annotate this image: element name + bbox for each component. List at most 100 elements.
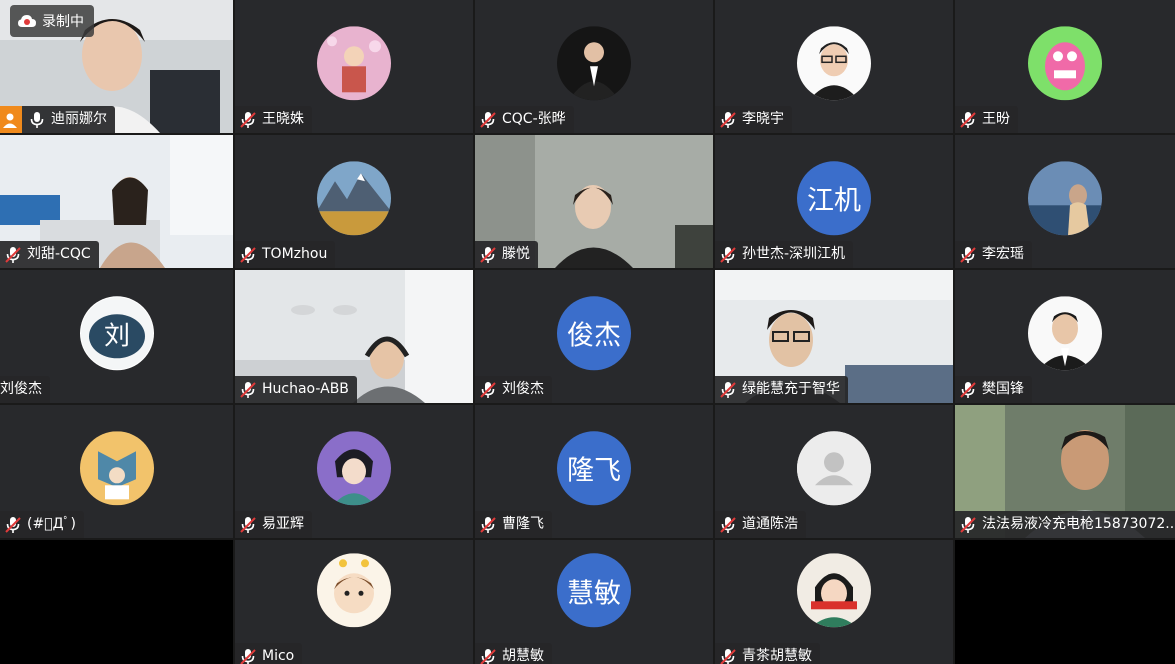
participant-name: TOMzhou xyxy=(262,246,328,262)
mic-muted-icon xyxy=(479,516,497,534)
participant-name: 绿能慧充于智华 xyxy=(742,381,840,397)
mic-muted-icon xyxy=(4,516,22,534)
participant-nametag: (#ﾟДﾟ) xyxy=(0,511,84,538)
participant-avatar xyxy=(317,25,391,100)
video-tile-11[interactable]: 刘 刘俊杰 xyxy=(0,270,233,403)
mic-muted-icon xyxy=(479,111,497,129)
participant-avatar xyxy=(317,553,391,628)
video-tile-17[interactable]: 易亚辉 xyxy=(235,405,473,538)
participant-avatar xyxy=(797,553,871,628)
participant-name: 刘俊杰 xyxy=(0,381,42,397)
participant-name: 李晓宇 xyxy=(742,111,784,127)
participant-nametag: 刘俊杰 xyxy=(475,376,552,403)
video-tile-3[interactable]: CQC-张晔 xyxy=(475,0,713,133)
participant-name: 胡慧敏 xyxy=(502,648,544,664)
empty-tile xyxy=(0,540,233,664)
participant-name: Mico xyxy=(262,648,295,664)
mic-muted-icon xyxy=(239,516,257,534)
mic-muted-icon xyxy=(479,648,497,664)
participant-avatar: 慧敏 xyxy=(557,553,631,628)
participant-nametag: 绿能慧充于智华 xyxy=(715,376,848,403)
video-tile-8[interactable]: 滕悦 xyxy=(475,135,713,268)
participant-nametag: CQC-张晔 xyxy=(475,106,574,133)
participant-nametag: 曹隆飞 xyxy=(475,511,552,538)
participant-nametag: 迪丽娜尔 xyxy=(0,106,115,133)
participant-name: 樊国锋 xyxy=(982,381,1024,397)
video-tile-4[interactable]: 李晓宇 xyxy=(715,0,953,133)
participant-nametag: 樊国锋 xyxy=(955,376,1032,403)
mic-muted-icon xyxy=(479,246,497,264)
participant-nametag: 王昐 xyxy=(955,106,1018,133)
video-tile-24[interactable]: 青茶胡慧敏 xyxy=(715,540,953,664)
participant-nametag: 刘俊杰 xyxy=(0,376,50,403)
video-tile-5[interactable]: 王昐 xyxy=(955,0,1175,133)
video-tile-20[interactable]: 法法易液冷充电枪15873072... xyxy=(955,405,1175,538)
participant-avatar xyxy=(317,160,391,235)
participant-nametag: 易亚辉 xyxy=(235,511,312,538)
video-tile-15[interactable]: 樊国锋 xyxy=(955,270,1175,403)
svg-text:刘: 刘 xyxy=(103,321,129,351)
default-user-icon xyxy=(797,430,871,505)
participant-name: (#ﾟДﾟ) xyxy=(27,516,76,532)
participant-name: 李宏瑶 xyxy=(982,246,1024,262)
participant-avatar xyxy=(557,25,631,100)
video-tile-19[interactable]: 道通陈浩 xyxy=(715,405,953,538)
mic-muted-icon xyxy=(239,648,257,664)
video-tile-7[interactable]: TOMzhou xyxy=(235,135,473,268)
mic-muted-icon xyxy=(719,516,737,534)
video-tile-9[interactable]: 江机 孙世杰-深圳江机 xyxy=(715,135,953,268)
host-person-icon xyxy=(0,106,22,133)
participant-avatar xyxy=(797,430,871,505)
mic-muted-icon xyxy=(239,246,257,264)
participant-nametag: 孙世杰-深圳江机 xyxy=(715,241,854,268)
participant-nametag: 滕悦 xyxy=(475,241,538,268)
participant-avatar: 刘 xyxy=(79,295,154,370)
participant-avatar xyxy=(1028,160,1102,235)
mic-muted-icon xyxy=(479,381,497,399)
video-tile-16[interactable]: (#ﾟДﾟ) xyxy=(0,405,233,538)
mic-muted-icon xyxy=(959,516,977,534)
video-tile-1[interactable]: 录制中 迪丽娜尔 xyxy=(0,0,233,133)
video-tile-14[interactable]: 绿能慧充于智华 xyxy=(715,270,953,403)
video-tile-18[interactable]: 隆飞 曹隆飞 xyxy=(475,405,713,538)
video-tile-23[interactable]: 慧敏 胡慧敏 xyxy=(475,540,713,664)
participant-name: 滕悦 xyxy=(502,246,530,262)
video-tile-13[interactable]: 俊杰 刘俊杰 xyxy=(475,270,713,403)
participant-name: 刘甜-CQC xyxy=(27,246,91,262)
video-tile-22[interactable]: Mico xyxy=(235,540,473,664)
participant-nametag: 刘甜-CQC xyxy=(0,241,99,268)
participant-nametag: 王晓姝 xyxy=(235,106,312,133)
mic-muted-icon xyxy=(239,381,257,399)
participant-avatar: 俊杰 xyxy=(557,295,631,370)
video-tile-12[interactable]: Huchao-ABB xyxy=(235,270,473,403)
video-tile-2[interactable]: 王晓姝 xyxy=(235,0,473,133)
mic-muted-icon xyxy=(239,111,257,129)
participant-name: CQC-张晔 xyxy=(502,111,566,127)
participant-name: 易亚辉 xyxy=(262,516,304,532)
mic-muted-icon xyxy=(719,246,737,264)
participant-name: 刘俊杰 xyxy=(502,381,544,397)
participant-name: 道通陈浩 xyxy=(742,516,798,532)
video-tile-6[interactable]: 刘甜-CQC xyxy=(0,135,233,268)
participant-nametag: 李宏瑶 xyxy=(955,241,1032,268)
participant-avatar xyxy=(1028,25,1102,100)
empty-tile xyxy=(955,540,1175,664)
participant-name: 王晓姝 xyxy=(262,111,304,127)
participant-nametag: 道通陈浩 xyxy=(715,511,806,538)
participant-name: 青茶胡慧敏 xyxy=(742,648,812,664)
participant-avatar xyxy=(1028,295,1102,370)
video-tile-10[interactable]: 李宏瑶 xyxy=(955,135,1175,268)
participant-avatar xyxy=(79,430,154,505)
cloud-record-icon xyxy=(18,14,36,28)
participant-nametag: 胡慧敏 xyxy=(475,643,552,664)
participant-nametag: TOMzhou xyxy=(235,241,336,268)
participant-name: 孙世杰-深圳江机 xyxy=(742,246,846,262)
participant-name: 曹隆飞 xyxy=(502,516,544,532)
recording-label: 录制中 xyxy=(42,14,84,30)
participant-nametag: Mico xyxy=(235,643,303,664)
recording-indicator[interactable]: 录制中 xyxy=(10,5,94,37)
mic-muted-icon xyxy=(4,246,22,264)
mic-muted-icon xyxy=(719,111,737,129)
mic-muted-icon xyxy=(959,111,977,129)
participant-nametag: 李晓宇 xyxy=(715,106,792,133)
